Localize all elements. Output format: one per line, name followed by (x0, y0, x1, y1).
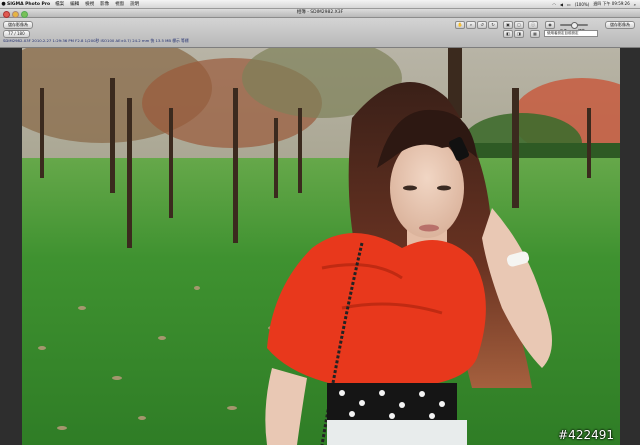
compare-icon[interactable]: ◨ (514, 30, 524, 38)
portrait-photo (22, 48, 620, 445)
app-menu[interactable]: SIGMA Photo Pro (7, 2, 50, 7)
filmstrip-counter[interactable]: 77 / 180 (3, 30, 30, 38)
fit-view-icon[interactable]: ▣ (503, 21, 513, 29)
full-view-icon[interactable]: ▢ (514, 21, 524, 29)
menu-image[interactable]: 影像 (100, 1, 109, 7)
grid-icon[interactable]: ▦ (530, 30, 540, 38)
wifi-icon[interactable]: ◠ (552, 2, 556, 7)
menu-view[interactable]: 檢視 (85, 1, 94, 7)
window-controls (3, 10, 28, 18)
battery-icon[interactable]: ▭ (567, 2, 571, 7)
photo-viewer[interactable]: #422491 (0, 48, 640, 445)
close-icon[interactable] (3, 10, 10, 18)
exposure-slider-knob[interactable] (571, 22, 578, 29)
menu-file[interactable]: 檔案 (55, 1, 64, 7)
rotate-right-icon[interactable]: ↻ (488, 21, 498, 29)
volume-icon[interactable]: ◀ (560, 2, 563, 7)
toolbar: 儲存影像為 77 / 180 ✋ ⌕ ↺ ↻ ▣ ▢ ⓘ ◉ 影像 標準 儲存影… (0, 18, 640, 48)
window-title: 相簿 - SDIM2982.X3F (296, 10, 344, 15)
photo-preview[interactable]: #422491 (22, 48, 620, 445)
eye-icon[interactable]: ◉ (545, 21, 555, 29)
save-image-as-button-right[interactable]: 儲存影像為 (605, 21, 635, 29)
save-image-as-button[interactable]: 儲存影像為 (3, 21, 33, 29)
battery-status: (100%) (574, 1, 590, 7)
window-title-bar: 相簿 - SDIM2982.X3F (0, 9, 640, 18)
zoom-icon[interactable] (21, 10, 28, 18)
menu-bar: ● SIGMA Photo Pro 檔案 編輯 檢視 影像 視窗 說明 ◠ ◀ … (0, 0, 640, 9)
minimize-icon[interactable] (12, 10, 19, 18)
zoom-tool-icon[interactable]: ⌕ (466, 21, 476, 29)
apple-menu-icon[interactable]: ● (0, 1, 7, 7)
preset-select[interactable]: 使用者設定目前設定 (544, 30, 598, 37)
before-after-icon[interactable]: ◧ (503, 30, 513, 38)
photo-watermark: #422491 (558, 428, 614, 442)
hand-tool-icon[interactable]: ✋ (455, 21, 465, 29)
menu-clock[interactable]: 週四 下午 09:59:26 (593, 1, 630, 7)
exposure-slider[interactable] (560, 22, 588, 29)
file-info-line: SDIM2982.X3F 2010.2.27 1:29:36 PM F2.8 1… (3, 38, 189, 43)
info-icon[interactable]: ⓘ (528, 21, 538, 29)
menu-window[interactable]: 視窗 (115, 1, 124, 7)
menu-edit[interactable]: 編輯 (70, 1, 79, 7)
spotlight-icon[interactable]: ⌕ (634, 2, 636, 7)
rotate-left-icon[interactable]: ↺ (477, 21, 487, 29)
menu-help[interactable]: 說明 (130, 1, 139, 7)
